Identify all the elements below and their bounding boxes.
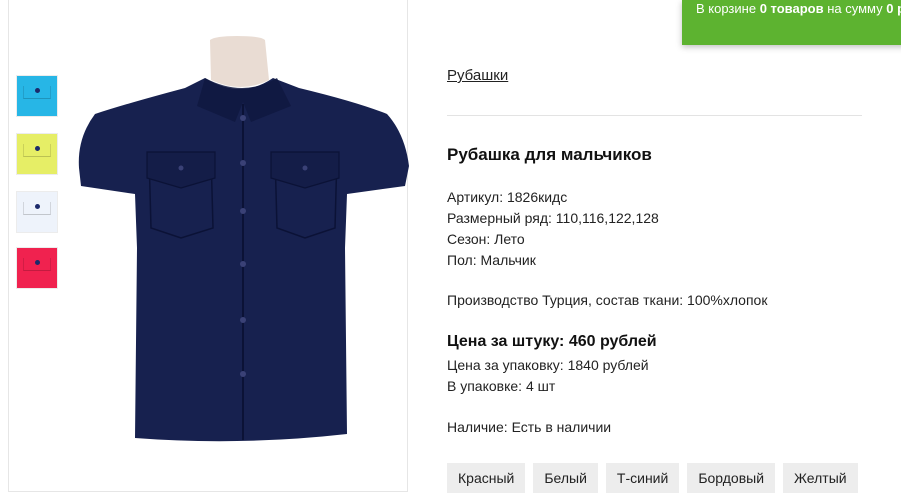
button-dot-icon [35,204,40,209]
shirt-button [240,371,246,377]
color-option-burgundy[interactable]: Бордовый [687,463,776,493]
sizes-line: Размерный ряд: 110,116,122,128 [447,210,659,226]
breadcrumb-category-link[interactable]: Рубашки [447,67,508,84]
shirt-button [240,160,246,166]
thumbnail-white[interactable] [16,191,58,233]
cart-sum: 0 р [886,1,901,16]
cart-prefix: В корзине [696,1,757,16]
production-info: Производство Турция, состав ткани: 100%х… [447,292,768,308]
shirt-button [240,317,246,323]
gender-line: Пол: Мальчик [447,252,536,268]
button-dot-icon [35,146,40,151]
color-option-red[interactable]: Красный [447,463,526,493]
shirt-button [240,208,246,214]
cart-count: 0 товаров [759,1,824,16]
pack-size: В упаковке: 4 шт [447,378,556,394]
unit-price: Цена за штуку: 460 рублей [447,333,657,350]
color-option-yellow[interactable]: Желтый [783,463,858,493]
color-option-white[interactable]: Белый [533,463,598,493]
shirt-button [240,115,246,121]
article-line: Артикул: 1826кидс [447,189,568,205]
color-option-dark-blue[interactable]: Т-синий [605,463,680,493]
product-gallery [8,0,411,492]
main-product-image[interactable] [65,18,411,458]
color-options: Красный Белый Т-синий Бордовый Желтый [447,463,858,493]
shirt-button [240,261,246,267]
thumbnail-yellow[interactable] [16,133,58,175]
cart-middle: на сумму [827,1,883,16]
product-attributes: Артикул: 1826кидс Размерный ряд: 110,116… [447,187,659,271]
product-title: Рубашка для мальчиков [447,145,652,164]
cart-summary-banner[interactable]: В корзине 0 товаров на сумму 0 р [682,0,901,45]
shirt-button [302,165,308,171]
pack-info: Цена за упаковку: 1840 рублей В упаковке… [447,355,649,397]
divider [447,115,862,116]
thumbnail-red[interactable] [16,247,58,289]
shirt-button [178,165,184,171]
button-dot-icon [35,260,40,265]
button-dot-icon [35,88,40,93]
mannequin-neck [210,36,269,87]
availability: Наличие: Есть в наличии [447,419,612,435]
pack-price: Цена за упаковку: 1840 рублей [447,357,649,373]
season-line: Сезон: Лето [447,231,525,247]
thumbnail-light-blue[interactable] [16,75,58,117]
